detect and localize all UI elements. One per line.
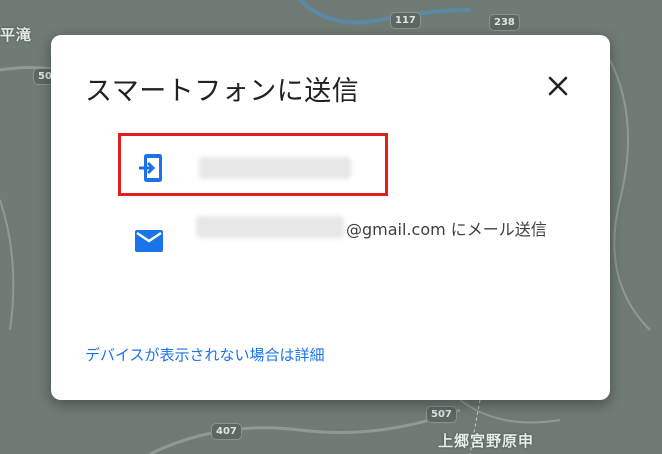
send-to-device-icon <box>138 153 164 187</box>
map-place-label: 上郷宮野原申 <box>438 432 535 450</box>
close-button[interactable] <box>540 68 576 104</box>
route-shield: 117 <box>390 12 421 29</box>
send-to-device-option[interactable] <box>118 133 388 196</box>
help-link[interactable]: デバイスが表示されない場合は詳細 <box>85 344 325 365</box>
route-shield: 507 <box>426 406 457 423</box>
mail-icon <box>134 229 164 257</box>
dialog-title: スマートフォンに送信 <box>85 76 360 107</box>
device-name-redacted <box>199 157 351 179</box>
send-to-phone-dialog: スマートフォンに送信 @gmail.com にメール送信 デバイスが表示されない… <box>51 35 610 400</box>
email-option-label: @gmail.com にメール送信 <box>346 220 547 239</box>
route-shield: 407 <box>211 423 242 440</box>
send-email-option[interactable]: @gmail.com にメール送信 <box>131 210 571 280</box>
close-icon <box>548 76 568 96</box>
map-place-label: 平滝 <box>0 26 33 44</box>
route-shield: 238 <box>489 14 520 31</box>
